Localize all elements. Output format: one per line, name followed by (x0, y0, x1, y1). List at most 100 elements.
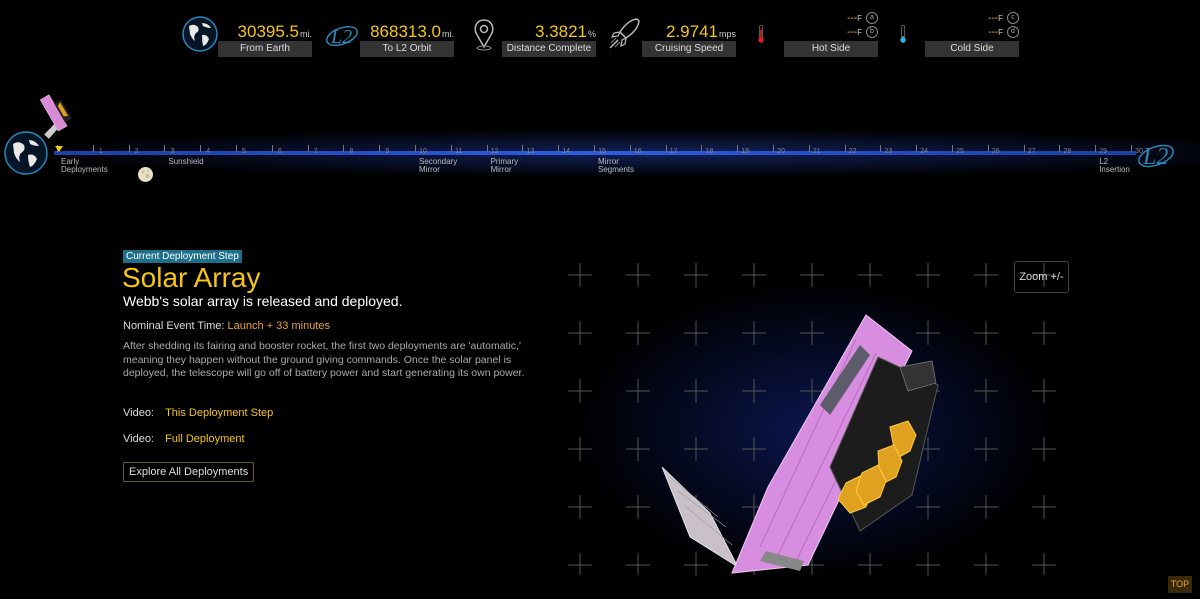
timeline-milestone[interactable]: Secondary Mirror (419, 158, 457, 174)
thermometer-hot-icon (758, 24, 764, 43)
grid-cross (568, 437, 592, 461)
timeline-progress-marker (55, 146, 63, 152)
timeline-day-label: 21 (812, 148, 821, 155)
grid-cross (568, 379, 592, 403)
grid-cross (626, 321, 650, 345)
to-l2-value: 868313.0 (370, 22, 441, 41)
timeline-milestone[interactable]: Early Deployments (61, 158, 108, 174)
timeline-day-label: 26 (991, 148, 1000, 155)
grid-cross (742, 321, 766, 345)
telescope-model (661, 314, 939, 574)
timeline-tick (236, 145, 237, 152)
timeline-day-label: 18 (705, 148, 714, 155)
timeline-day-label: 6 (277, 148, 282, 155)
distance-complete-unit: % (587, 29, 596, 39)
timeline-tick (164, 145, 166, 152)
timeline-day-label: 1 (98, 148, 103, 155)
map-pin-icon (474, 19, 494, 51)
hot-side-reading-a: ---F a (847, 12, 878, 26)
milestone-label: Deployments (61, 165, 108, 174)
timeline-tick (880, 145, 882, 152)
timeline-day-label: 28 (1063, 148, 1072, 155)
hot-side-label: Hot Side (784, 41, 878, 57)
cruising-speed-unit: mps (718, 29, 736, 39)
grid-cross (916, 553, 940, 575)
timeline-day-label: 29 (1099, 148, 1108, 155)
telescope-viewer[interactable] (560, 255, 1090, 575)
timeline-tick (701, 145, 703, 152)
video-link-full-deployment[interactable]: Full Deployment (165, 433, 244, 445)
timeline-milestone[interactable]: Sunshield (168, 158, 203, 166)
grid-cross (974, 379, 998, 403)
timeline-milestone[interactable]: L2 Insertion (1099, 158, 1130, 174)
timeline-tick (844, 145, 846, 152)
distance-complete-value: 3.3821 (534, 22, 587, 41)
timeline-tick (128, 145, 130, 152)
grid-cross (742, 379, 766, 403)
grid-cross (800, 263, 824, 287)
grid-cross (684, 437, 708, 461)
hot-side-reading-b: ---F b (847, 26, 878, 40)
timeline-milestone[interactable]: Primary Mirror (491, 158, 519, 174)
timeline-day-label: 27 (1027, 148, 1036, 155)
milestone-label: Mirror (490, 165, 512, 174)
grid-cross (974, 437, 998, 461)
timeline-milestone[interactable]: Mirror Segments (598, 158, 634, 174)
timeline-day-label: 16 (633, 148, 642, 155)
grid-cross (626, 553, 650, 575)
grid-cross (1032, 495, 1056, 519)
grid-cross (742, 437, 766, 461)
grid-cross (684, 263, 708, 287)
cold-side-reading-d: ---F d (988, 26, 1019, 40)
timeline-day-label: 2 (134, 148, 139, 155)
timeline-tick (808, 145, 810, 152)
zoom-button[interactable]: Zoom +/- (1014, 261, 1069, 293)
thermometer-cold-icon (900, 24, 906, 43)
video-link-this-step[interactable]: This Deployment Step (165, 407, 273, 419)
timeline-day-label: 11 (455, 148, 463, 155)
stat-from-earth: 30395.5mi. From Earth (180, 12, 312, 58)
grid-cross (916, 495, 940, 519)
back-to-top-button[interactable]: TOP (1168, 576, 1192, 593)
cold-side-label: Cold Side (925, 41, 1019, 57)
timeline-track[interactable] (54, 151, 1136, 155)
timeline-day-label: 24 (920, 148, 929, 155)
grid-cross (858, 263, 882, 287)
to-l2-unit: mi. (442, 29, 454, 39)
timeline-tick (450, 145, 452, 152)
timeline-day-label: 20 (777, 148, 785, 155)
video-label: Video: (123, 433, 154, 445)
timeline-day-label: 7 (313, 148, 318, 155)
timeline-tick (415, 145, 416, 152)
timeline-tick (1095, 145, 1097, 152)
grid-cross (974, 321, 998, 345)
video-row-full: Video: Full Deployment (123, 433, 245, 445)
timeline-tick (737, 145, 739, 152)
timeline-tick (1131, 145, 1132, 152)
grid-cross (684, 553, 708, 575)
timeline-day-label: 19 (741, 148, 750, 155)
timeline-day-label: 23 (884, 148, 893, 155)
l2-endpoint-icon[interactable]: L2 (1133, 130, 1179, 176)
explore-all-deployments-button[interactable]: Explore All Deployments (123, 462, 255, 482)
grid-cross (626, 379, 650, 403)
grid-cross (626, 437, 650, 461)
milestone-label: Insertion (1099, 165, 1130, 174)
grid-cross (858, 553, 882, 575)
step-subtitle: Webb's solar array is released and deplo… (123, 293, 403, 309)
timeline-day-label: 9 (385, 148, 390, 155)
grid-cross (916, 321, 940, 345)
from-earth-value: 30395.5 (237, 22, 299, 41)
grid-cross (800, 321, 824, 345)
stat-hot-side: ---F a ---F b Hot Side (755, 12, 878, 58)
timeline-tick (665, 145, 667, 152)
timeline-tick (952, 145, 953, 152)
grid-cross (568, 495, 592, 519)
grid-cross (568, 553, 592, 575)
step-title: Solar Array (122, 262, 261, 293)
timeline-day-label: 5 (242, 148, 246, 155)
timeline-tick (773, 145, 774, 152)
earth-icon (182, 16, 218, 52)
grid-cross (974, 495, 998, 519)
stat-distance-complete: 3.3821% Distance Complete (464, 12, 596, 58)
